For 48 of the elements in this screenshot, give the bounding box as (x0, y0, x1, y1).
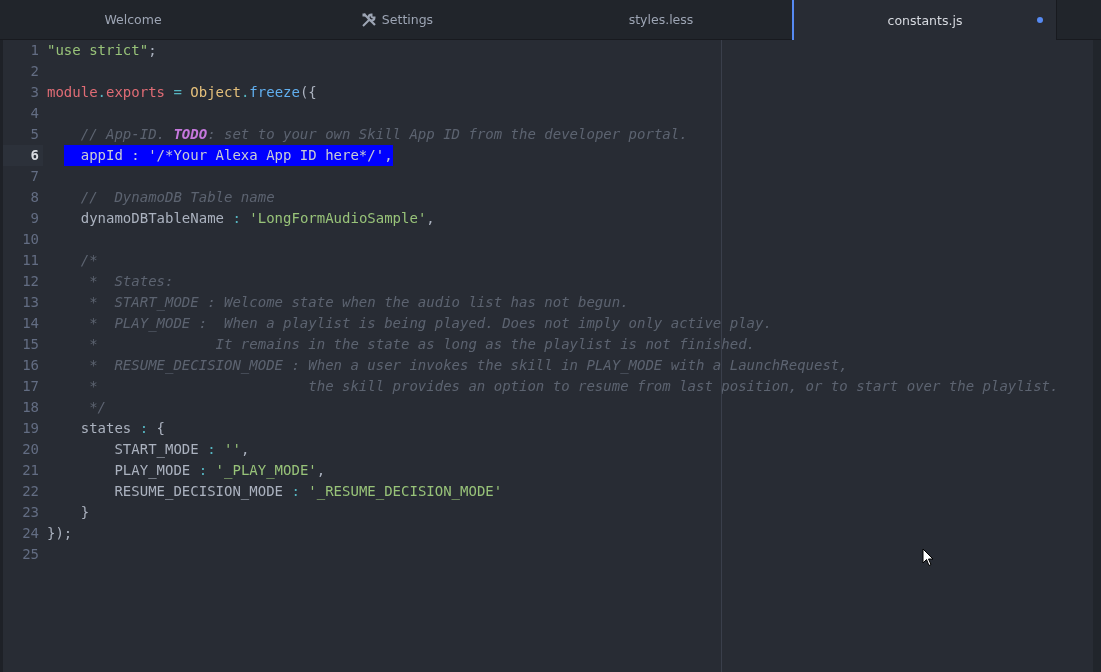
code-line: */ (88, 398, 106, 417)
code-line: dynamoDBTableName : 'LongFormAudioSample', (79, 209, 435, 228)
code-line: * the skill provides an option to resume from last position, or to start over the playlist. (88, 377, 1059, 396)
line-number: 7 (29, 167, 40, 186)
line-number: 14 (21, 314, 40, 333)
line-number: 13 (21, 293, 40, 312)
code-line: }); (47, 524, 73, 543)
code-line: * PLAY_MODE : When a playlist is being played. Does not imply only active play. (88, 314, 772, 334)
line-number: 10 (21, 230, 40, 249)
line-number: 15 (21, 335, 40, 354)
line-number: 3 (29, 83, 40, 102)
code-line: /* (79, 251, 98, 270)
line-number: 9 (29, 209, 40, 228)
line-number: 16 (21, 356, 40, 375)
line-number: 21 (21, 461, 40, 480)
code-line: RESUME_DECISION_MODE : '_RESUME_DECISION_MODE' (113, 482, 503, 502)
tab[interactable]: styles.less (528, 0, 792, 39)
line-number: 6 (3, 145, 43, 166)
code-line: states : { (79, 419, 166, 438)
line-number: 23 (21, 503, 40, 522)
code-line: // DynamoDB Table name (79, 188, 275, 207)
code-line: "use strict"; (47, 41, 157, 60)
line-number: 19 (21, 419, 40, 438)
code-line: module.exports = Object.freeze({ (47, 83, 317, 102)
line-number: 8 (29, 188, 40, 207)
line-number: 24 (21, 524, 40, 543)
code-line: } (79, 503, 90, 522)
line-number: 12 (21, 272, 40, 291)
line-number: 4 (29, 104, 40, 123)
code-line: * RESUME_DECISION_MODE : When a user invokes the skill in PLAY_MODE with a LaunchRequest, (88, 356, 848, 376)
line-number: 1 (29, 41, 40, 60)
line-number: 5 (29, 125, 40, 144)
line-number: 25 (21, 545, 40, 564)
code-line: // App-ID. TODO: set to your own Skill App ID from the developer portal. (79, 125, 688, 144)
tab[interactable]: Settings (264, 0, 528, 39)
tab[interactable]: Welcome (0, 0, 264, 39)
code-line: * START_MODE : Welcome state when the audio list has not begun. (88, 293, 629, 313)
line-number: 18 (21, 398, 40, 417)
code-line: PLAY_MODE : '_PLAY_MODE', (113, 461, 326, 481)
line-number: 22 (21, 482, 40, 501)
code-line: * It remains in the state as long as the playlist is not finished. (88, 335, 755, 354)
line-number: 2 (29, 62, 40, 81)
code-line: * States: (88, 272, 174, 291)
line-number: 11 (21, 251, 40, 270)
line-number: 17 (21, 377, 40, 396)
code-line: START_MODE : '', (113, 440, 250, 460)
tab[interactable]: constants.js (792, 0, 1057, 40)
line-number: 20 (21, 440, 40, 459)
